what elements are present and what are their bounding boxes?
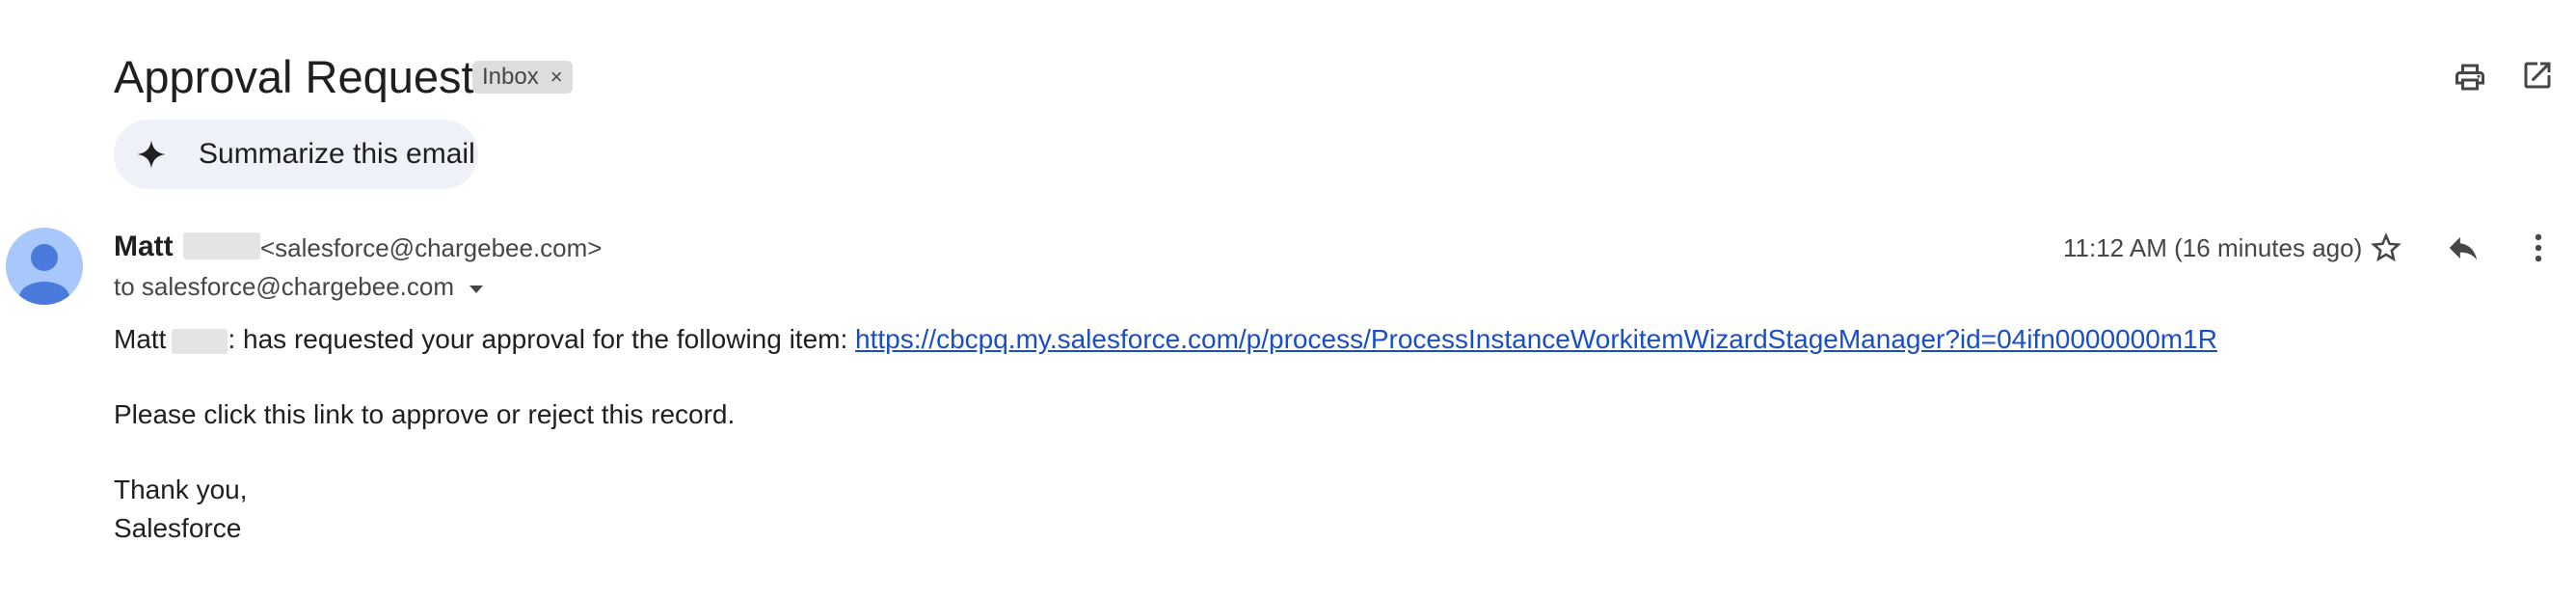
- person-icon: [19, 244, 69, 305]
- body-line-3: Thank you,: [114, 475, 248, 504]
- more-vert-icon[interactable]: [2520, 230, 2557, 266]
- open-in-new-icon[interactable]: [2520, 58, 2555, 93]
- sender-email: <salesforce@chargebee.com>: [260, 233, 603, 262]
- sender-name: Matt: [114, 231, 174, 262]
- caret-down-icon[interactable]: [468, 270, 485, 303]
- body-signature: Salesforce: [114, 513, 242, 543]
- print-icon[interactable]: [2453, 60, 2487, 95]
- reply-icon[interactable]: [2445, 230, 2482, 266]
- redacted-surname: [183, 232, 260, 259]
- inbox-label-chip[interactable]: Inbox ×: [472, 61, 573, 94]
- email-subject: Approval Request: [114, 51, 474, 102]
- sender-avatar[interactable]: [6, 228, 83, 305]
- inbox-label-text: Inbox: [482, 64, 539, 90]
- body-request-text: : has requested your approval for the fo…: [228, 324, 856, 354]
- star-icon[interactable]: [2368, 230, 2404, 266]
- body-line-2: Please click this link to approve or rej…: [114, 399, 736, 429]
- summarize-email-label: Summarize this email: [199, 138, 475, 170]
- redacted-surname-body: [172, 328, 228, 354]
- sparkle-icon: [133, 136, 170, 173]
- body-requester-name: Matt: [114, 324, 167, 354]
- approval-link[interactable]: https://cbcpq.my.salesforce.com/p/proces…: [855, 324, 2217, 354]
- remove-label-button[interactable]: ×: [550, 67, 563, 88]
- summarize-email-button[interactable]: Summarize this email: [114, 120, 478, 189]
- body-line-1: Matt : has requested your approval for th…: [114, 322, 2217, 357]
- recipient-text: to salesforce@chargebee.com: [114, 272, 455, 301]
- email-timestamp: 11:12 AM (16 minutes ago): [2063, 233, 2363, 262]
- recipient-line[interactable]: to salesforce@chargebee.com: [114, 270, 485, 303]
